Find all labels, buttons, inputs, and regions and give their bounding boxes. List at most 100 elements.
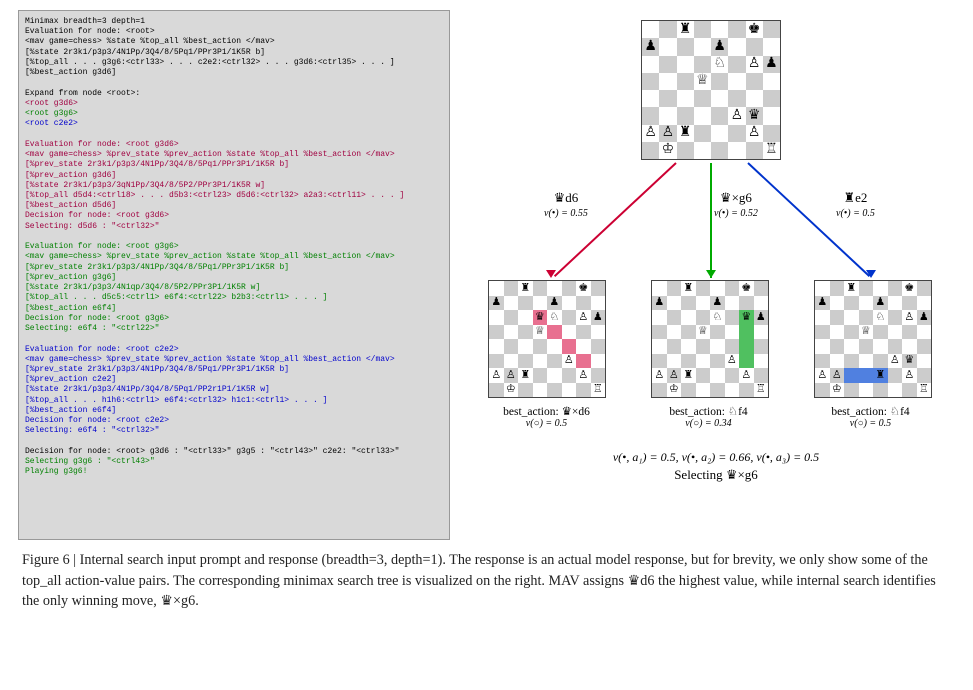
board-square <box>591 296 606 311</box>
code-line: [%top_all . . . g3g6:<ctrl33> . . . c2e2… <box>25 58 443 68</box>
board-square <box>844 383 859 398</box>
board-square <box>694 38 711 55</box>
board-square <box>763 73 780 90</box>
chess-piece: ♟ <box>754 310 769 325</box>
board-square: ♙ <box>746 56 763 73</box>
code-line: Playing g3g6! <box>25 467 443 477</box>
board-square: ♟ <box>754 310 769 325</box>
board-square <box>576 354 591 369</box>
board-square <box>652 354 667 369</box>
board-square <box>677 107 694 124</box>
chess-piece: ♟ <box>710 296 725 311</box>
board-square: ♜ <box>681 368 696 383</box>
chess-piece: ♘ <box>873 310 888 325</box>
code-line: <mav game=chess> %state %top_all %best_a… <box>25 37 443 47</box>
code-line: Evaluation for node: <root g3g6> <box>25 242 443 252</box>
board-square <box>547 325 562 340</box>
board-square: ♔ <box>830 383 845 398</box>
board-square <box>815 354 830 369</box>
board-square <box>694 21 711 38</box>
board-square: ♟ <box>710 296 725 311</box>
board-square <box>711 142 728 159</box>
board-square <box>815 383 830 398</box>
minimax-values: v(•, a₁) = 0.5, v(•, a₂) = 0.66, v(•, a₃… <box>516 450 916 465</box>
board-square <box>591 354 606 369</box>
chess-piece: ♙ <box>576 310 591 325</box>
board-square <box>533 339 548 354</box>
board-square <box>518 296 533 311</box>
board-square <box>489 281 504 296</box>
board-square <box>652 325 667 340</box>
board-square <box>518 325 533 340</box>
board-square <box>696 339 711 354</box>
chess-piece: ♙ <box>489 368 504 383</box>
board-square <box>489 339 504 354</box>
board-square <box>489 383 504 398</box>
chess-piece: ♟ <box>642 38 659 55</box>
board-square <box>591 325 606 340</box>
code-line: <mav game=chess> %prev_state %prev_actio… <box>25 355 443 365</box>
edge-1-val: v(•) = 0.55 <box>544 207 588 220</box>
code-panel: Minimax breadth=3 depth=1Evaluation for … <box>18 10 450 540</box>
board-square <box>902 383 917 398</box>
board-square <box>677 56 694 73</box>
board-square: ♙ <box>728 107 745 124</box>
chess-piece: ♙ <box>667 368 682 383</box>
code-line: Selecting: e6f4 : "<ctrl32>" <box>25 426 443 436</box>
board-square: ♙ <box>667 368 682 383</box>
chess-piece: ♙ <box>576 368 591 383</box>
code-line: Selecting g3g6 : "<ctrl43>" <box>25 457 443 467</box>
board-square: ♛ <box>746 107 763 124</box>
board-square <box>562 281 577 296</box>
board-square <box>728 21 745 38</box>
board-square: ♜ <box>681 281 696 296</box>
board-square <box>917 339 932 354</box>
board-square <box>547 383 562 398</box>
chess-piece: ♜ <box>677 21 694 38</box>
code-line: Selecting: d5d6 : "<ctrl32>" <box>25 222 443 232</box>
code-line: [%best_action d5d6] <box>25 201 443 211</box>
board-square <box>763 21 780 38</box>
code-line: [%state 2r3k1/p3p3/4N1qp/3Q4/8/5P2/PPr3P… <box>25 283 443 293</box>
board-square: ♛ <box>533 310 548 325</box>
board-square <box>642 21 659 38</box>
board-square: ♟ <box>591 310 606 325</box>
board-square <box>642 73 659 90</box>
board-square: ♛ <box>739 310 754 325</box>
board-square <box>710 281 725 296</box>
board-square <box>739 339 754 354</box>
board-square: ♚ <box>746 21 763 38</box>
board-square <box>830 354 845 369</box>
board-square <box>725 296 740 311</box>
code-line: <mav game=chess> %prev_state %prev_actio… <box>25 252 443 262</box>
board-square <box>746 38 763 55</box>
edge-2-val: v(•) = 0.52 <box>714 207 758 220</box>
board-square <box>591 339 606 354</box>
board-square <box>681 383 696 398</box>
chess-piece: ♔ <box>504 383 519 398</box>
board-square <box>518 339 533 354</box>
board-square <box>504 325 519 340</box>
board-square <box>711 125 728 142</box>
figure-number: Figure 6 | <box>22 552 80 568</box>
board-square <box>728 38 745 55</box>
search-tree-panel: ♜♚♟♟♘♙♟♕♙♛♙♙♜♙♔♖ ♛d6 v(•) = 0.55 ♛×g6 v(… <box>466 10 955 540</box>
board-square <box>711 73 728 90</box>
board-square <box>696 281 711 296</box>
board-square <box>489 310 504 325</box>
code-line <box>25 437 443 447</box>
chess-piece: ♙ <box>830 368 845 383</box>
code-line <box>25 130 443 140</box>
board-square <box>711 107 728 124</box>
chess-piece: ♟ <box>763 56 780 73</box>
board-square <box>694 90 711 107</box>
board-square: ♔ <box>504 383 519 398</box>
board-square: ♙ <box>576 368 591 383</box>
chess-piece: ♜ <box>681 368 696 383</box>
board-square <box>844 368 859 383</box>
board-square <box>562 368 577 383</box>
code-line: [%best_action g3d6] <box>25 68 443 78</box>
chess-piece: ♖ <box>763 142 780 159</box>
chess-piece: ♚ <box>576 281 591 296</box>
board-square <box>547 281 562 296</box>
